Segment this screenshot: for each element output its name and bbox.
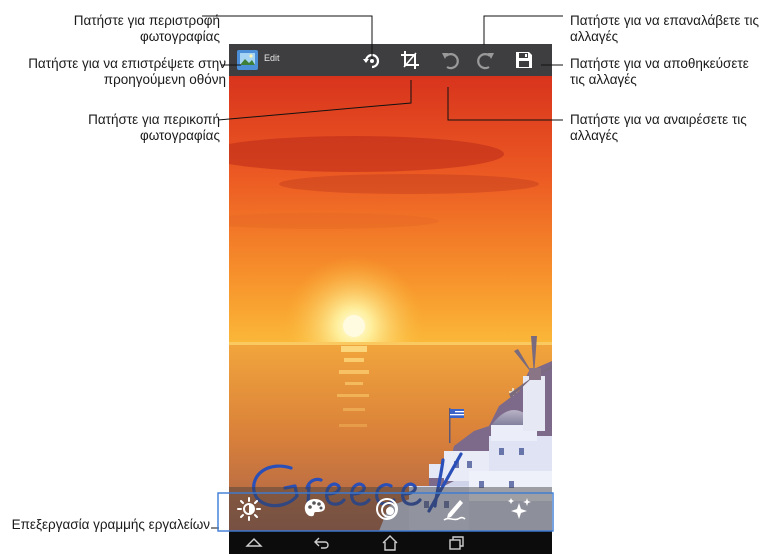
callout-lines — [202, 15, 563, 532]
toolbar-highlight-box — [217, 492, 554, 532]
